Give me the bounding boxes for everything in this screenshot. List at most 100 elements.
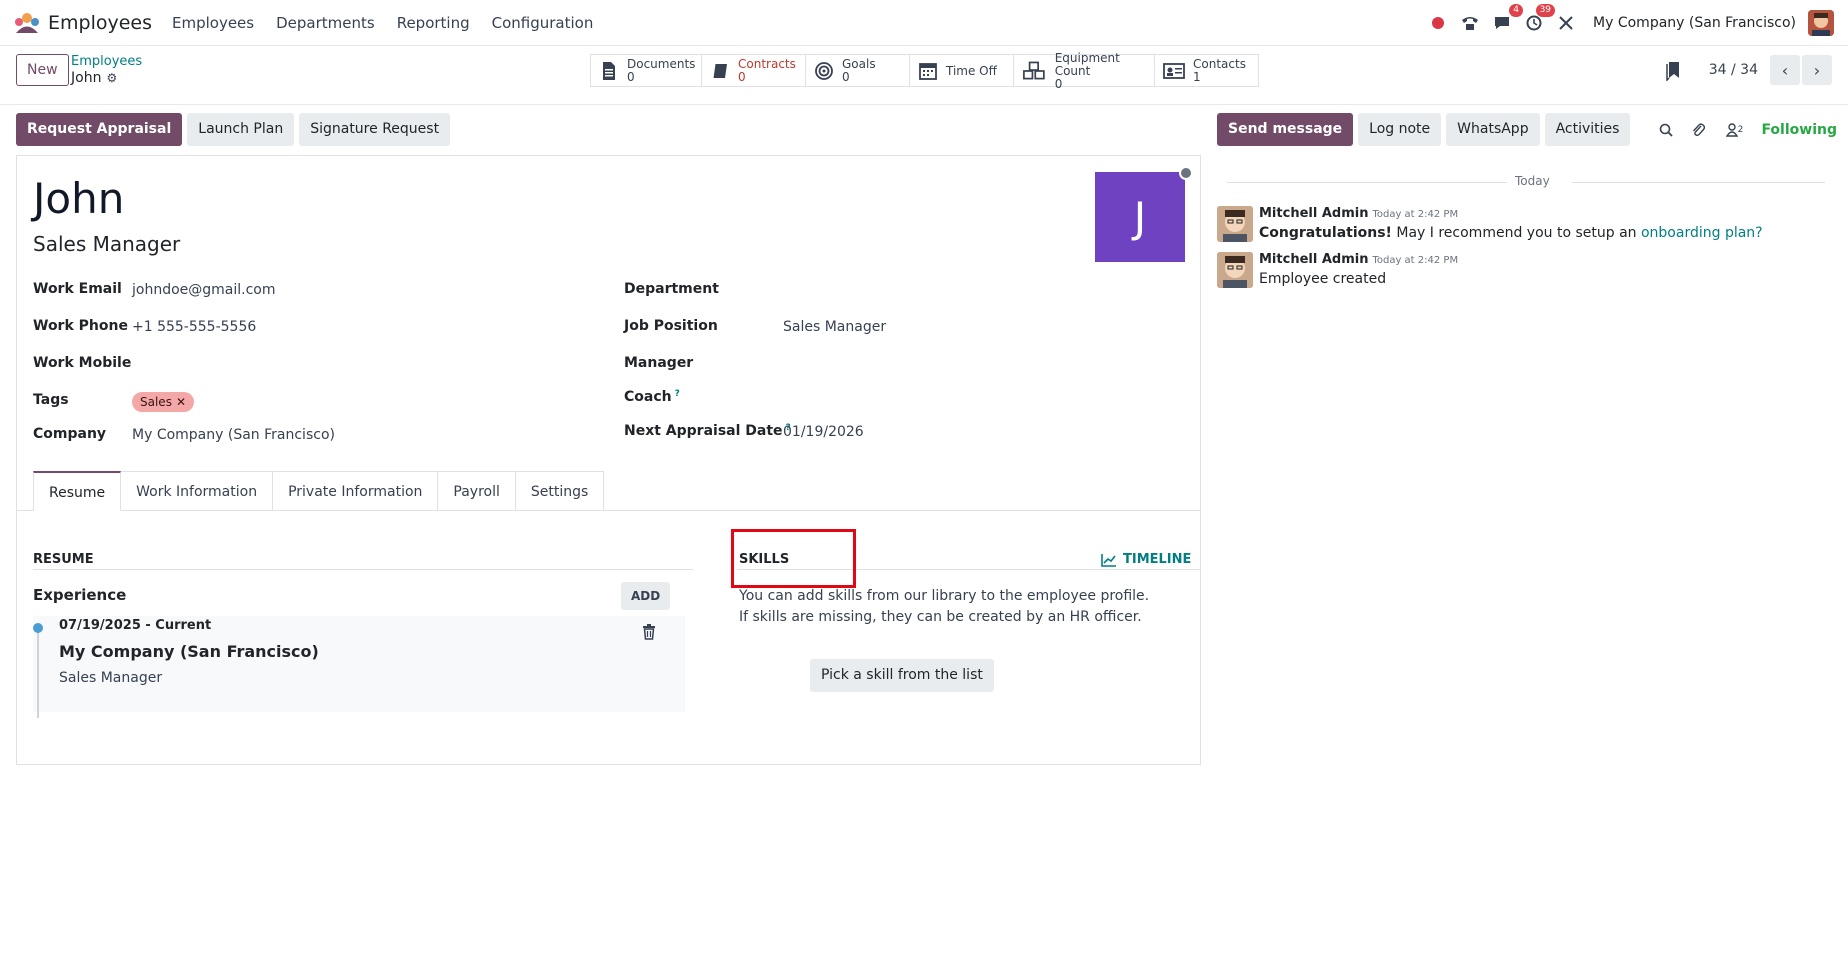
- goals-count: 0: [842, 70, 850, 84]
- smart-button-contracts[interactable]: Contracts 0: [702, 55, 806, 86]
- onboarding-plan-link[interactable]: onboarding plan?: [1641, 225, 1763, 241]
- timeline-dot: [33, 623, 43, 633]
- employee-job-title[interactable]: Sales Manager: [33, 232, 180, 256]
- tab-private-information[interactable]: Private Information: [273, 471, 439, 511]
- add-experience-button[interactable]: ADD: [621, 582, 671, 610]
- next-appraisal-field[interactable]: 01/19/2026: [783, 424, 864, 440]
- menu-configuration[interactable]: Configuration: [492, 14, 594, 32]
- company-switcher[interactable]: My Company (San Francisco): [1593, 15, 1796, 31]
- tab-resume[interactable]: Resume: [33, 471, 122, 511]
- presence-status-icon: [1179, 166, 1193, 180]
- department-label: Department: [624, 281, 719, 297]
- message-author: Mitchell Admin Today at 2:42 PM: [1259, 252, 1458, 267]
- highlight-box: [731, 529, 856, 588]
- author-avatar[interactable]: [1217, 206, 1253, 242]
- app-title: Employees: [48, 11, 152, 34]
- recording-icon[interactable]: [1427, 12, 1449, 34]
- following-button[interactable]: Following: [1761, 122, 1837, 138]
- breadcrumb-current-label: John: [71, 70, 102, 86]
- activities-button[interactable]: Activities: [1544, 113, 1631, 146]
- help-icon[interactable]: ?: [675, 389, 680, 399]
- department-field[interactable]: [783, 281, 1083, 301]
- skills-helper-line-2: If skills are missing, they can be creat…: [739, 609, 1142, 625]
- send-message-button[interactable]: Send message: [1217, 113, 1354, 146]
- activities-clock-icon[interactable]: 39: [1523, 4, 1556, 34]
- whatsapp-button[interactable]: WhatsApp: [1446, 113, 1540, 146]
- smart-button-equipment[interactable]: Equipment Count 0: [1014, 50, 1155, 90]
- smart-button-goals[interactable]: Goals 0: [806, 55, 910, 86]
- work-phone-label: Work Phone: [33, 318, 128, 334]
- app-brand[interactable]: Employees: [14, 12, 172, 34]
- pager-previous-button[interactable]: ‹: [1770, 55, 1800, 85]
- tab-work-information[interactable]: Work Information: [121, 471, 274, 511]
- separator-line-right: [1572, 182, 1825, 183]
- company-field[interactable]: My Company (San Francisco): [132, 427, 335, 443]
- menu-departments[interactable]: Departments: [276, 14, 375, 32]
- smart-button-contacts[interactable]: Contacts 1: [1155, 55, 1258, 86]
- pick-skill-button[interactable]: Pick a skill from the list: [810, 659, 994, 692]
- equipment-label: Equipment Count: [1054, 50, 1120, 78]
- request-appraisal-button[interactable]: Request Appraisal: [16, 113, 183, 146]
- work-phone-field[interactable]: +1 555-555-5556: [132, 319, 256, 335]
- job-position-field[interactable]: Sales Manager: [783, 319, 886, 335]
- phone-icon[interactable]: [1459, 12, 1481, 34]
- smart-button-time-off[interactable]: Time Off: [910, 55, 1014, 86]
- smart-button-documents[interactable]: Documents 0: [591, 55, 702, 86]
- manager-field[interactable]: [783, 355, 1083, 375]
- messages-icon[interactable]: 4: [1491, 4, 1524, 34]
- time-off-icon: [919, 62, 937, 80]
- gear-icon[interactable]: ⚙: [106, 71, 117, 85]
- time-off-label: Time Off: [946, 63, 997, 78]
- remove-tag-icon[interactable]: ✕: [176, 395, 186, 409]
- search-icon[interactable]: [1657, 121, 1675, 139]
- tools-icon[interactable]: [1555, 12, 1577, 34]
- bookmark-icon[interactable]: [1663, 59, 1685, 81]
- documents-count: 0: [627, 70, 635, 84]
- menu-reporting[interactable]: Reporting: [397, 14, 470, 32]
- form-statusbar: Request Appraisal Launch Plan Signature …: [16, 113, 455, 146]
- message-time: Today at 2:42 PM: [1372, 209, 1459, 220]
- resume-entry-dates: 07/19/2025 - Current: [59, 618, 212, 633]
- contracts-icon: [712, 63, 727, 78]
- top-navbar: Employees Employees Departments Reportin…: [0, 0, 1848, 46]
- new-button[interactable]: New: [16, 54, 69, 86]
- chart-line-icon: [1101, 553, 1116, 567]
- trash-icon[interactable]: [642, 624, 656, 640]
- chatter-actions: 2 Following: [1657, 113, 1837, 146]
- log-note-button[interactable]: Log note: [1358, 113, 1442, 146]
- signature-request-button[interactable]: Signature Request: [299, 113, 451, 146]
- chevron-left-icon: ‹: [1781, 60, 1789, 80]
- breadcrumb-parent[interactable]: Employees: [71, 54, 142, 69]
- pager-value[interactable]: 34 / 34: [1709, 62, 1758, 78]
- message-body: Employee created: [1259, 271, 1387, 287]
- user-avatar[interactable]: [1808, 10, 1834, 36]
- employee-avatar[interactable]: J: [1095, 172, 1185, 262]
- work-email-label: Work Email: [33, 281, 122, 297]
- experience-label: Experience: [33, 586, 127, 604]
- timeline-button[interactable]: TIMELINE: [1101, 552, 1191, 567]
- message-author: Mitchell Admin Today at 2:42 PM: [1259, 206, 1458, 221]
- work-email-field[interactable]: johndoe@gmail.com: [132, 282, 276, 298]
- manager-label: Manager: [624, 355, 694, 371]
- smart-buttons: Documents 0 Contracts 0 Goals 0 Time Off Eq…: [590, 50, 1259, 90]
- coach-field[interactable]: [783, 389, 1083, 409]
- followers-icon[interactable]: 2: [1721, 121, 1747, 139]
- equipment-icon: [1023, 61, 1045, 79]
- pager-next-button[interactable]: ›: [1802, 55, 1832, 85]
- menu-employees[interactable]: Employees: [172, 14, 254, 32]
- launch-plan-button[interactable]: Launch Plan: [187, 113, 295, 146]
- paperclip-icon[interactable]: [1689, 121, 1707, 139]
- employee-name[interactable]: John: [33, 174, 124, 223]
- equipment-count: 0: [1054, 76, 1063, 91]
- contacts-label: Contacts: [1193, 57, 1246, 71]
- author-avatar[interactable]: [1217, 252, 1253, 288]
- form-tabs: Resume Work Information Private Informat…: [33, 471, 605, 511]
- tab-settings[interactable]: Settings: [515, 471, 605, 511]
- message-text: May I recommend you to setup an: [1391, 225, 1641, 241]
- work-mobile-field[interactable]: [132, 355, 432, 375]
- messages-badge: 4: [1509, 4, 1524, 17]
- chevron-right-icon: ›: [1813, 60, 1821, 80]
- skills-helper-text: You can add skills from our library to t…: [739, 586, 1149, 628]
- contacts-icon: [1163, 62, 1185, 79]
- tab-payroll[interactable]: Payroll: [438, 471, 516, 511]
